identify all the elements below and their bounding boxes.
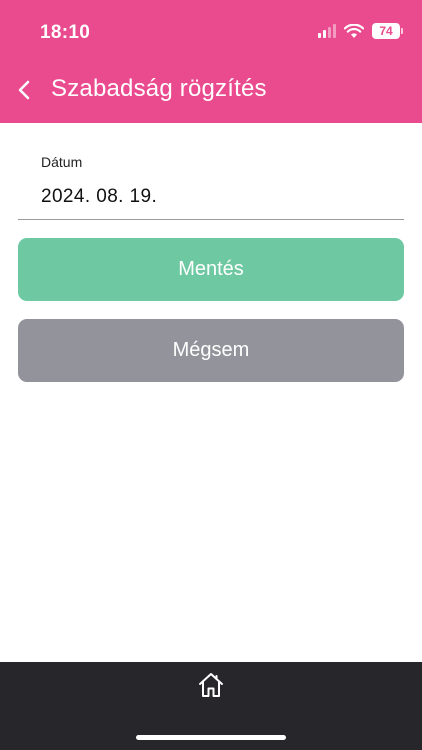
save-button[interactable]: Mentés: [18, 238, 404, 301]
home-indicator[interactable]: [136, 735, 286, 740]
wifi-icon: [344, 23, 364, 38]
cellular-signal-icon: [318, 24, 336, 38]
chevron-left-icon: [18, 80, 30, 100]
bottom-nav: [0, 662, 422, 750]
app-header: 18:10 74 Szabadság rögzítés: [0, 0, 422, 123]
page-title: Szabadság rögzítés: [51, 75, 267, 102]
status-time: 18:10: [40, 22, 91, 43]
status-icons: 74: [318, 23, 403, 39]
battery-level: 74: [379, 24, 393, 38]
cancel-button[interactable]: Mégsem: [18, 319, 404, 382]
home-tab[interactable]: [196, 670, 226, 700]
home-icon: [199, 673, 223, 697]
date-label: Dátum: [41, 154, 83, 170]
battery-icon: 74: [372, 23, 403, 39]
back-button[interactable]: [10, 74, 38, 106]
date-value[interactable]: 2024. 08. 19.: [41, 186, 157, 208]
date-field[interactable]: Dátum 2024. 08. 19.: [18, 150, 404, 220]
